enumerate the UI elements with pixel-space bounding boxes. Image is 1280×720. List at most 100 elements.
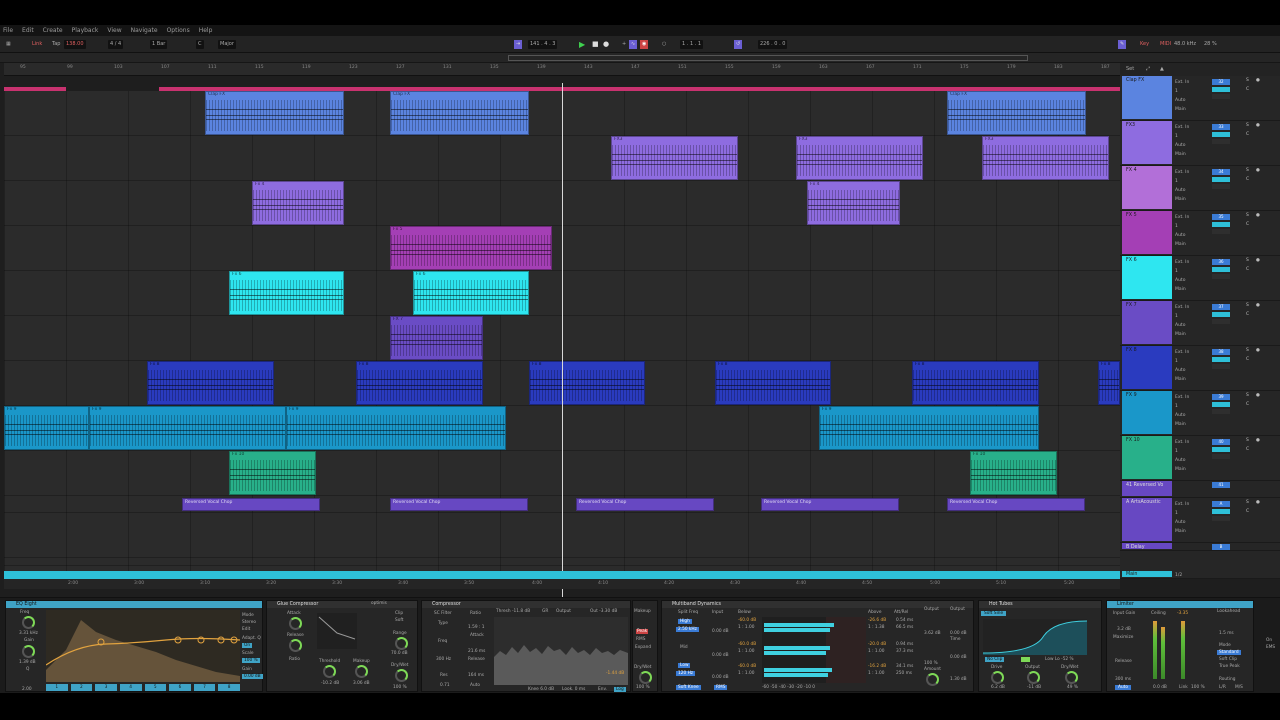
hot-tubes-title[interactable]: Hot Tubes [979, 601, 1101, 608]
mbd-mid-toggle[interactable]: Mid [680, 645, 688, 650]
track-header[interactable]: B Delay B [1120, 543, 1280, 551]
mbd-release-high[interactable]: 66.5 ms [896, 625, 913, 630]
arrangement-overview[interactable] [0, 53, 1280, 63]
track-name[interactable]: FX 6 [1126, 258, 1137, 263]
eq-stereo-select[interactable]: Stereo [242, 620, 256, 625]
track-header[interactable]: FX 4 Ext. In 1 Auto Main S C ● 34 [1120, 166, 1280, 211]
track-io-main[interactable]: Main [1175, 105, 1189, 114]
audio-clip[interactable]: FX3 [611, 136, 738, 180]
audio-clip[interactable]: Fx 10 [970, 451, 1057, 495]
audio-clip[interactable]: Clap FX [205, 91, 344, 135]
glue-attack-knob[interactable] [289, 617, 302, 630]
audio-clip[interactable]: Fx 8 [147, 361, 274, 405]
track-color-strip[interactable]: A ArtsAcoustic [1122, 498, 1172, 541]
track-header[interactable]: FX 8 Ext. In 1 Auto Main S C ● 38 [1120, 346, 1280, 391]
eq-band-5[interactable]: 5 [144, 684, 167, 691]
record-arm-icon[interactable]: ● [1256, 348, 1260, 353]
mbd-above-ratio-mid[interactable]: 1 : 1.00 [868, 649, 884, 654]
track-pan[interactable] [1212, 94, 1230, 99]
mbd-above-mid[interactable]: -20.0 dB [868, 642, 886, 647]
audio-clip[interactable]: Fx 8 [356, 361, 483, 405]
comp-rms-toggle[interactable]: RMS [636, 637, 645, 642]
solo-button[interactable]: S [1246, 348, 1249, 353]
track-number[interactable]: 41 [1212, 482, 1230, 488]
crossfade-button[interactable]: C [1246, 509, 1249, 514]
track-color-strip[interactable]: FX 7 [1122, 301, 1172, 344]
track-io-main[interactable]: Main [1175, 375, 1189, 384]
track-pan[interactable] [1212, 139, 1230, 144]
track-name[interactable]: FX 5 [1126, 213, 1137, 218]
mbd-input-high[interactable]: 0.00 dB [712, 629, 729, 634]
crossfade-button[interactable]: C [1246, 132, 1249, 137]
audio-clip[interactable]: Fx 8 [912, 361, 1039, 405]
loop-length-field[interactable]: 226 . 0 . 0 [758, 40, 788, 49]
mbd-below-high[interactable]: -60.0 dB [738, 618, 756, 623]
main-track-name[interactable]: Main [1126, 572, 1137, 577]
audio-clip[interactable]: Fx 9 [286, 406, 506, 450]
solo-button[interactable]: S [1246, 78, 1249, 83]
track-number[interactable]: 38 [1212, 349, 1230, 355]
lim-lr-toggle[interactable]: L/R [1219, 685, 1226, 690]
audio-clip[interactable]: Fx 9 [4, 406, 89, 450]
solo-button[interactable]: S [1246, 168, 1249, 173]
tempo-field[interactable]: 138.00 [64, 40, 86, 49]
track-name[interactable]: FX 8 [1126, 348, 1137, 353]
track-io-auto[interactable]: Auto [1175, 411, 1189, 420]
glue-threshold-knob[interactable] [323, 665, 336, 678]
eq-band-2[interactable]: 2 [70, 684, 93, 691]
mbd-band-display[interactable] [762, 617, 866, 683]
track-color-strip[interactable]: Clap FX [1122, 76, 1172, 119]
record-arm-icon[interactable]: ● [1256, 393, 1260, 398]
mbd-amount-knob[interactable] [926, 673, 939, 686]
audio-clip[interactable]: Fx 4 [252, 181, 344, 225]
grid-icon[interactable]: ▦ [4, 40, 13, 49]
hot-drywet-knob[interactable] [1065, 671, 1078, 684]
position-field[interactable]: 141 . 4 . 3 [528, 40, 558, 49]
solo-button[interactable]: S [1246, 303, 1249, 308]
audio-clip[interactable]: Clap FX [947, 91, 1086, 135]
mbd-output-mid[interactable]: 0.00 dB [950, 655, 967, 660]
track-io-chan[interactable]: 1 [1175, 267, 1189, 276]
track-number[interactable]: 39 [1212, 394, 1230, 400]
signature-field[interactable]: 4 / 4 [108, 40, 124, 49]
track-name[interactable]: FX 4 [1126, 168, 1137, 173]
compressor-title[interactable]: Compressor [422, 601, 630, 608]
audio-clip[interactable]: Fx 9 [89, 406, 286, 450]
track-io-chan[interactable]: 1 [1175, 132, 1189, 141]
mbd-low-freq[interactable]: 120 Hz [676, 671, 696, 676]
lim-truepeak-toggle[interactable]: True Peak [1219, 664, 1240, 669]
record-arm-icon[interactable]: ● [1256, 123, 1260, 128]
lim-auto-toggle[interactable]: Auto [1115, 685, 1131, 690]
automation-arm-icon[interactable]: ∿ [629, 40, 638, 49]
crossfade-button[interactable]: C [1246, 87, 1249, 92]
loop-start-field[interactable]: 1 . 1 . 1 [680, 40, 704, 49]
eq-band-1[interactable]: 1 [46, 684, 68, 691]
main-track-lane[interactable] [4, 571, 1120, 579]
track-name[interactable]: A ArtsAcoustic [1126, 500, 1161, 505]
track-io-auto[interactable]: Auto [1175, 186, 1189, 195]
track-number[interactable]: 32 [1212, 79, 1230, 85]
track-color-strip[interactable]: FX 5 [1122, 211, 1172, 254]
eq-eight-title[interactable]: EQ Eight [6, 601, 262, 608]
track-io-auto[interactable]: Auto [1175, 96, 1189, 105]
track-number[interactable]: 33 [1212, 124, 1230, 130]
track-name[interactable]: Clap FX [1126, 78, 1144, 83]
mbd-release-low[interactable]: 250 ms [896, 671, 912, 676]
track-color-strip[interactable]: B Delay [1122, 543, 1172, 550]
track-number[interactable]: 35 [1212, 214, 1230, 220]
track-io-ext[interactable]: Ext. In [1175, 123, 1189, 132]
track-number[interactable]: 37 [1212, 304, 1230, 310]
record-arm-icon[interactable]: ● [1256, 438, 1260, 443]
comp-drywet-knob[interactable] [639, 671, 652, 684]
lim-ceiling-value[interactable]: -3.35 [1177, 611, 1188, 616]
track-io-main[interactable]: Main [1175, 240, 1189, 249]
menu-edit[interactable]: Edit [22, 27, 34, 34]
midi-map-button[interactable]: MIDI [1158, 40, 1173, 49]
lim-softclip-toggle[interactable]: Soft Clip [1219, 657, 1237, 662]
track-number[interactable]: A [1212, 501, 1230, 507]
mbd-low-toggle[interactable]: Low [678, 663, 691, 668]
beat-ruler[interactable]: 95 99 103 107 111 115 119 123 127 131 135 139 143 147… [4, 63, 1120, 76]
solo-button[interactable]: S [1246, 123, 1249, 128]
time-ruler[interactable]: 2:00 3:00 3:10 3:20 3:30 3:40 3:50 4:00 4:10 4:20… [4, 579, 1120, 589]
scale-select[interactable]: Major [218, 40, 236, 49]
